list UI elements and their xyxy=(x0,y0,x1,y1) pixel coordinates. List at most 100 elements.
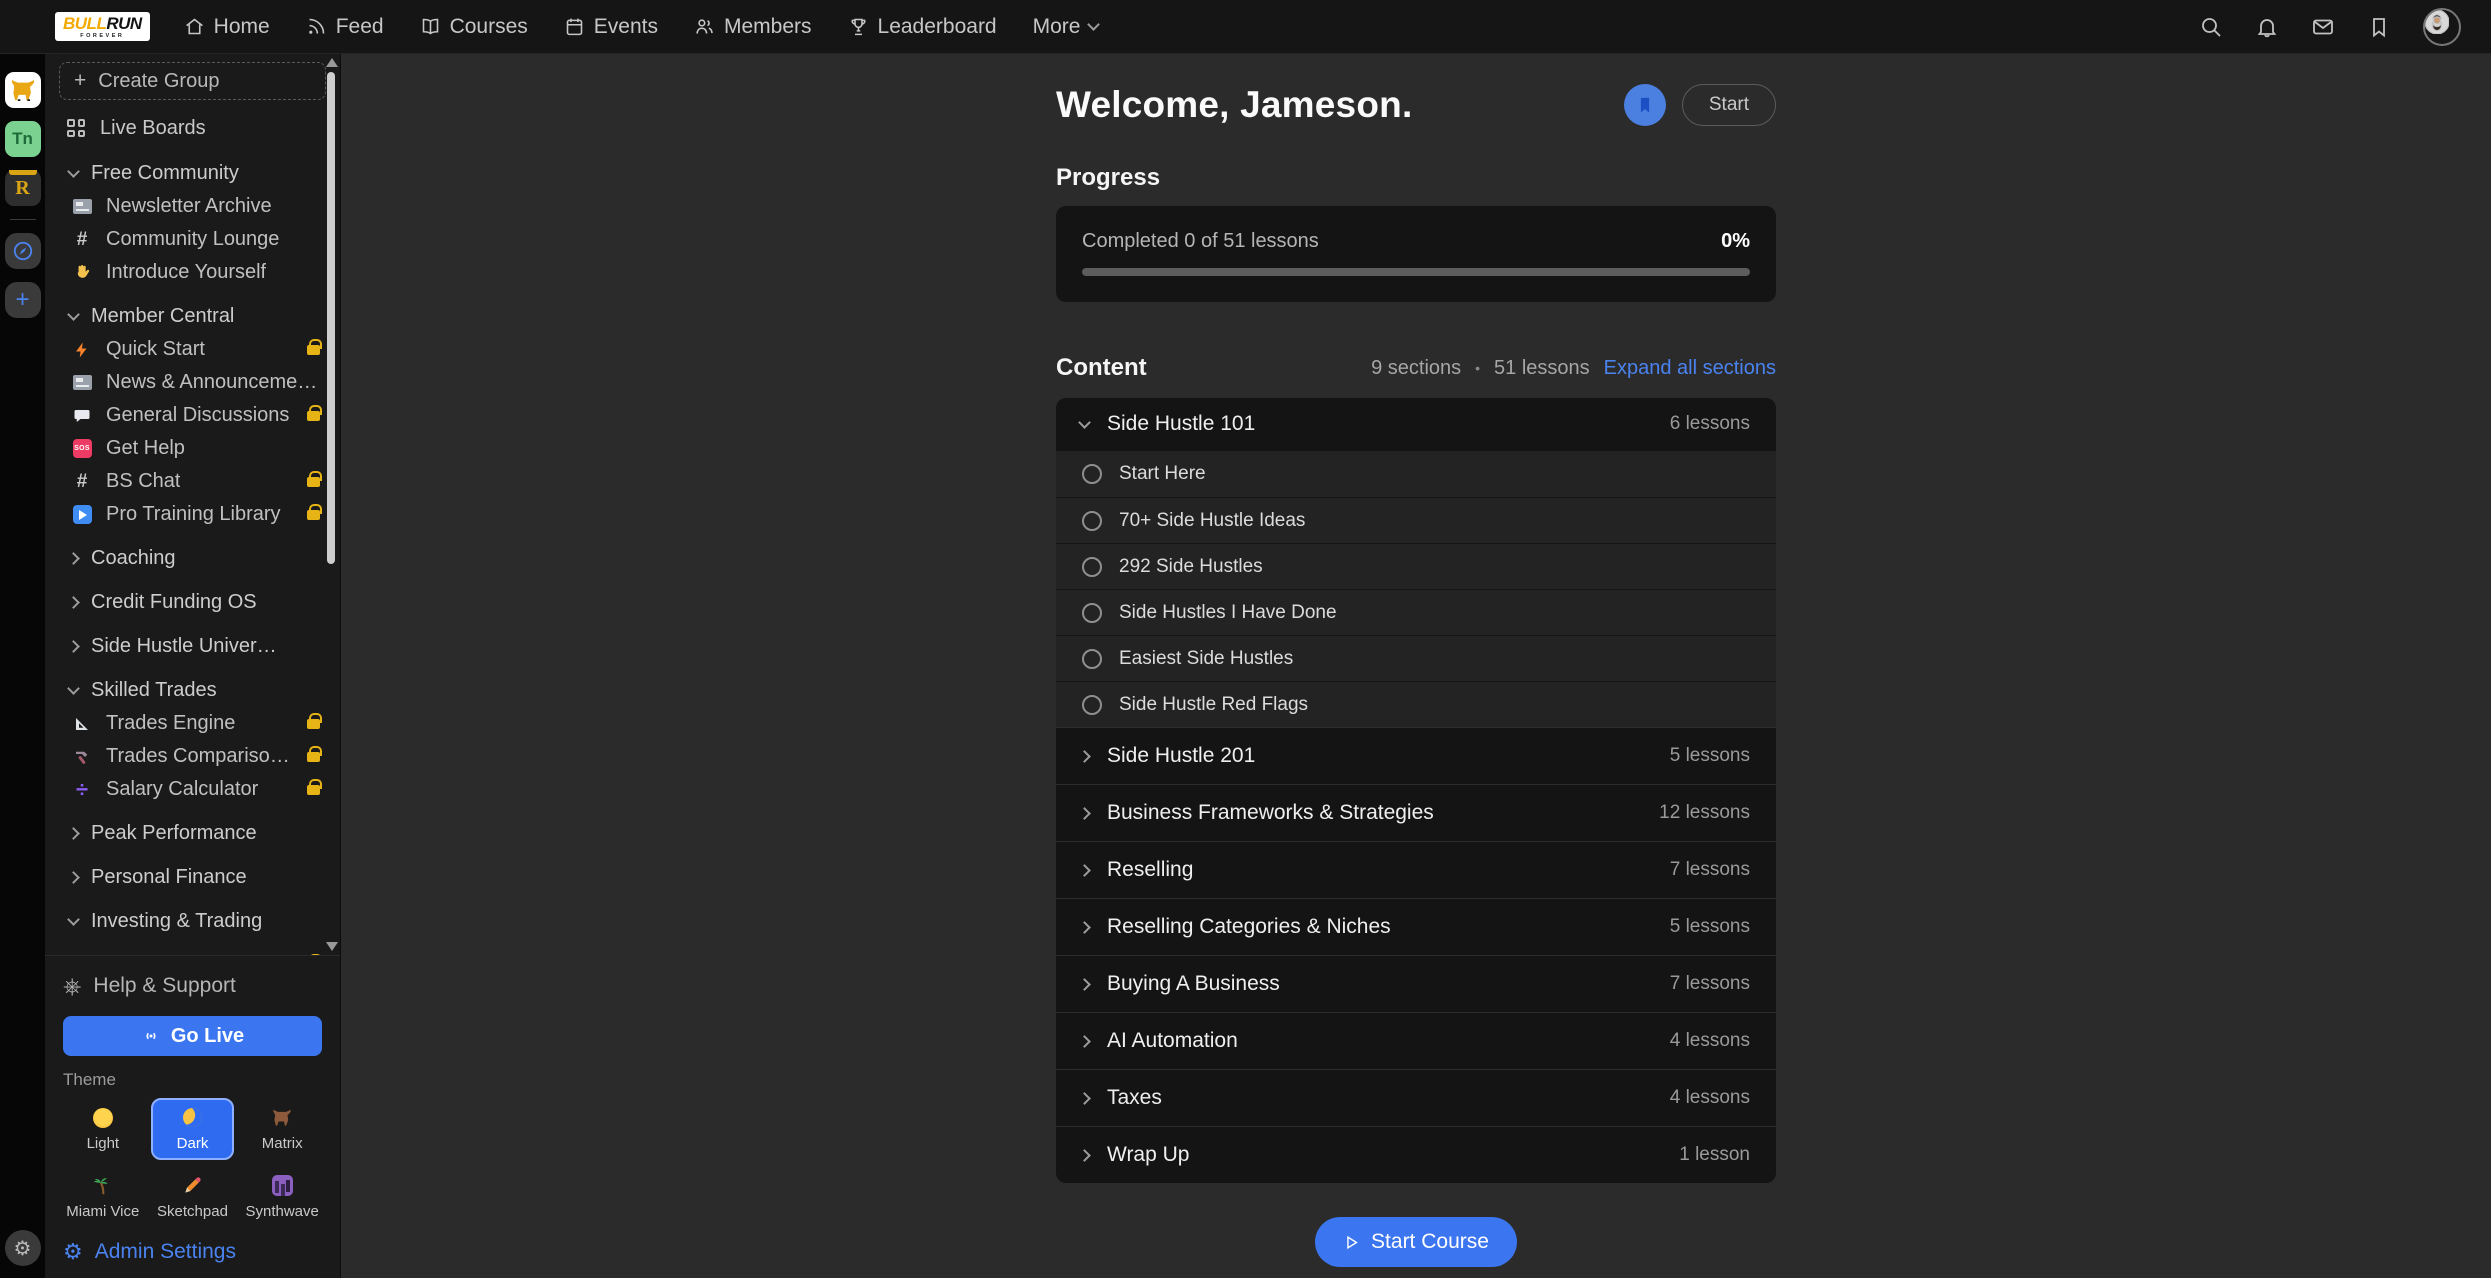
section-lesson-count: 12 lessons xyxy=(1659,802,1750,824)
lesson-side-hustles-i-have-done[interactable]: Side Hustles I Have Done xyxy=(1056,589,1776,635)
section-buying-a-business[interactable]: Buying A Business 7 lessons xyxy=(1056,955,1776,1012)
theme-label: Synthwave xyxy=(245,1203,318,1220)
chevron-right-icon xyxy=(67,640,80,653)
sidebar-group-label: The War Room xyxy=(91,954,226,957)
theme-light[interactable]: Light xyxy=(61,1098,145,1160)
content-header: Content 9 sections • 51 lessons Expand a… xyxy=(1056,354,1776,382)
lifebuoy-icon: ⎈ xyxy=(63,975,81,998)
lesson-easiest-side-hustles[interactable]: Easiest Side Hustles xyxy=(1056,635,1776,681)
sidebar-item-introduce-yourself[interactable]: Introduce Yourself xyxy=(57,256,330,289)
search-icon[interactable] xyxy=(2199,15,2223,39)
nav-leaderboard[interactable]: Leaderboard xyxy=(848,15,997,39)
sidebar-item-label: Live Boards xyxy=(100,117,206,140)
sidebar-item-general-discussions[interactable]: General Discussions xyxy=(57,399,330,432)
start-button[interactable]: Start xyxy=(1682,84,1776,126)
nav-label: Feed xyxy=(336,15,384,39)
rail-settings-button[interactable]: ⚙ xyxy=(5,1230,41,1266)
sidebar-group-label: Member Central xyxy=(91,305,234,328)
sidebar-item-newsletter-archive[interactable]: Newsletter Archive xyxy=(57,190,330,223)
sidebar-group-label: Free Community xyxy=(91,162,239,185)
lesson-side-hustle-red-flags[interactable]: Side Hustle Red Flags xyxy=(1056,681,1776,727)
workspace-r-button[interactable]: R xyxy=(5,170,41,206)
sidebar-item-quick-start[interactable]: Quick Start xyxy=(57,333,330,366)
section-ai-automation[interactable]: AI Automation 4 lessons xyxy=(1056,1012,1776,1069)
discover-button[interactable] xyxy=(5,233,41,269)
mail-icon[interactable] xyxy=(2311,15,2335,39)
nav-events[interactable]: Events xyxy=(564,15,658,39)
sidebar-item-get-help[interactable]: SOS Get Help xyxy=(57,432,330,465)
lesson-70-side-hustle-ideas[interactable]: 70+ Side Hustle Ideas xyxy=(1056,497,1776,543)
sidebar-item-trades-comparison-tool[interactable]: Trades Comparison Tool xyxy=(57,740,330,773)
theme-matrix[interactable]: Matrix xyxy=(240,1098,324,1160)
create-group-button[interactable]: + Create Group xyxy=(59,62,326,100)
bell-icon[interactable] xyxy=(2255,15,2279,39)
section-taxes[interactable]: Taxes 4 lessons xyxy=(1056,1069,1776,1126)
section-lesson-count: 4 lessons xyxy=(1670,1030,1750,1052)
go-live-button[interactable]: Go Live xyxy=(63,1016,322,1056)
avatar[interactable] xyxy=(2423,8,2461,46)
sidebar-group-credit-funding-os[interactable]: Credit Funding OS xyxy=(57,585,330,619)
sidebar-group-side-hustle-university[interactable]: Side Hustle Univer… xyxy=(57,629,330,663)
scroll-up-arrow[interactable] xyxy=(326,58,338,67)
boards-grid-icon xyxy=(65,119,87,137)
section-wrap-up[interactable]: Wrap Up 1 lesson xyxy=(1056,1126,1776,1183)
section-title: AI Automation xyxy=(1107,1029,1238,1053)
sidebar-group-label: Skilled Trades xyxy=(91,679,217,702)
add-workspace-button[interactable]: + xyxy=(5,282,41,318)
course-bookmark-button[interactable] xyxy=(1624,84,1666,126)
lock-icon xyxy=(307,411,320,421)
section-business-frameworks[interactable]: Business Frameworks & Strategies 12 less… xyxy=(1056,784,1776,841)
lesson-start-here[interactable]: Start Here xyxy=(1056,451,1776,497)
page-title: Welcome, Jameson. xyxy=(1056,84,1412,126)
nav-members[interactable]: Members xyxy=(694,15,812,39)
workspace-tn-button[interactable]: Tn xyxy=(5,121,41,157)
theme-grid: Light Dark Matrix xyxy=(61,1098,324,1228)
sidebar-group-skilled-trades[interactable]: Skilled Trades xyxy=(57,673,330,707)
section-reselling[interactable]: Reselling 7 lessons xyxy=(1056,841,1776,898)
section-side-hustle-201[interactable]: Side Hustle 201 5 lessons xyxy=(1056,727,1776,784)
workspace-bullrun-button[interactable] xyxy=(5,72,41,108)
chevron-right-icon xyxy=(1078,807,1091,820)
scroll-down-arrow[interactable] xyxy=(326,942,338,951)
sidebar-group-peak-performance[interactable]: Peak Performance xyxy=(57,816,330,850)
nav-more[interactable]: More xyxy=(1033,15,1099,39)
nav-home[interactable]: Home xyxy=(184,15,270,39)
section-side-hustle-101[interactable]: Side Hustle 101 6 lessons xyxy=(1056,398,1776,450)
sidebar-item-bs-chat[interactable]: # BS Chat xyxy=(57,465,330,498)
theme-miami-vice[interactable]: Miami Vice xyxy=(61,1166,145,1228)
sidebar-group-investing-trading[interactable]: Investing & Trading xyxy=(57,904,330,938)
nav-feed[interactable]: Feed xyxy=(306,15,384,39)
expand-all-sections-link[interactable]: Expand all sections xyxy=(1604,357,1776,380)
chevron-right-icon xyxy=(1078,1149,1091,1162)
sidebar-group-free-community[interactable]: Free Community xyxy=(57,156,330,190)
admin-settings-button[interactable]: ⚙ Admin Settings xyxy=(61,1228,324,1268)
sidebar-group-member-central[interactable]: Member Central xyxy=(57,299,330,333)
theme-dark[interactable]: Dark xyxy=(151,1098,235,1160)
sidebar-item-live-boards[interactable]: Live Boards xyxy=(57,110,330,146)
start-course-button[interactable]: Start Course xyxy=(1315,1217,1517,1267)
sidebar-item-news-announcements[interactable]: News & Announcements xyxy=(57,366,330,399)
lesson-title: 70+ Side Hustle Ideas xyxy=(1119,510,1305,532)
bookmark-icon[interactable] xyxy=(2367,15,2391,39)
plus-icon: + xyxy=(74,69,86,93)
sidebar-item-community-lounge[interactable]: # Community Lounge xyxy=(57,223,330,256)
lesson-292-side-hustles[interactable]: 292 Side Hustles xyxy=(1056,543,1776,589)
newspaper-icon xyxy=(71,375,93,390)
sidebar-item-trades-engine[interactable]: Trades Engine xyxy=(57,707,330,740)
section-reselling-categories[interactable]: Reselling Categories & Niches 5 lessons xyxy=(1056,898,1776,955)
sidebar-item-salary-calculator[interactable]: ÷ Salary Calculator xyxy=(57,773,330,806)
sidebar-group-coaching[interactable]: Coaching xyxy=(57,541,330,575)
sidebar-group-the-war-room[interactable]: The War Room xyxy=(57,948,330,956)
theme-sketchpad[interactable]: Sketchpad xyxy=(151,1166,235,1228)
sidebar-scroll-area: + Create Group Live Boards Free Communit… xyxy=(45,54,340,956)
sidebar-item-pro-training-library[interactable]: Pro Training Library xyxy=(57,498,330,531)
lightning-icon xyxy=(71,341,93,359)
theme-synthwave[interactable]: Synthwave xyxy=(240,1166,324,1228)
scrollbar-thumb[interactable] xyxy=(327,72,335,564)
bullrun-logo[interactable]: BULLRUN FOREVER xyxy=(55,12,150,42)
sidebar-group-personal-finance[interactable]: Personal Finance xyxy=(57,860,330,894)
nav-courses[interactable]: Courses xyxy=(420,15,528,39)
rail-divider xyxy=(10,219,36,220)
lock-icon xyxy=(307,477,320,487)
help-support-button[interactable]: ⎈ Help & Support xyxy=(61,966,324,1008)
